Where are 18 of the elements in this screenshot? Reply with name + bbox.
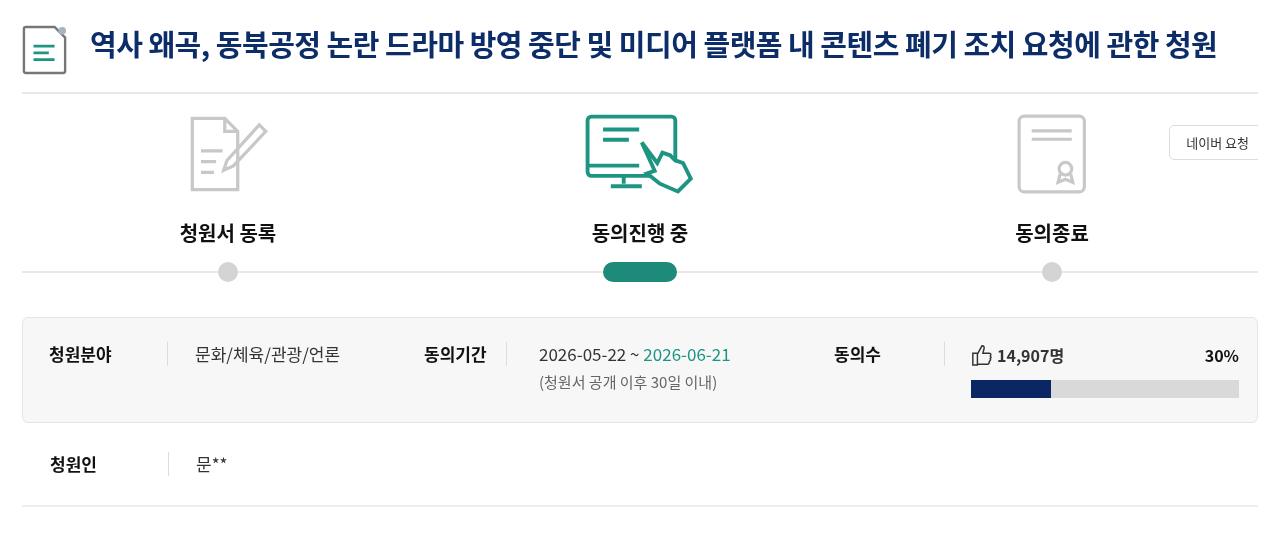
period-label: 동의기간: [424, 342, 507, 366]
period-end: 2026-06-21: [643, 341, 731, 366]
period-note: (청원서 공개 이후 30일 이내): [539, 370, 719, 394]
step-label: 동의진행 중: [591, 218, 689, 247]
agree-percent: 30%: [1204, 343, 1239, 367]
petition-title: 역사 왜곡, 동북공정 논란 드라마 방영 중단 및 미디어 플랫폼 내 콘텐츠 폐기 조치 요청에 관한 청원: [90, 22, 1218, 66]
count-label: 동의수: [834, 342, 945, 366]
petitioner-label: 청원인: [50, 452, 169, 476]
field-value: 문화/체육/관광/언론: [194, 342, 341, 366]
naver-request-button[interactable]: 네이버 요청: [1169, 125, 1258, 160]
thumbs-up-icon: [971, 342, 993, 368]
agree-count: 14,907명: [997, 343, 1066, 367]
step-label: 청원서 동록: [179, 218, 277, 247]
petitioner-value: 문**: [195, 452, 228, 476]
step-label: 동의종료: [1015, 218, 1089, 247]
field-label: 청원분야: [49, 342, 168, 366]
period-start: 2026-05-22 ~: [539, 341, 640, 366]
document-icon: [22, 24, 68, 76]
